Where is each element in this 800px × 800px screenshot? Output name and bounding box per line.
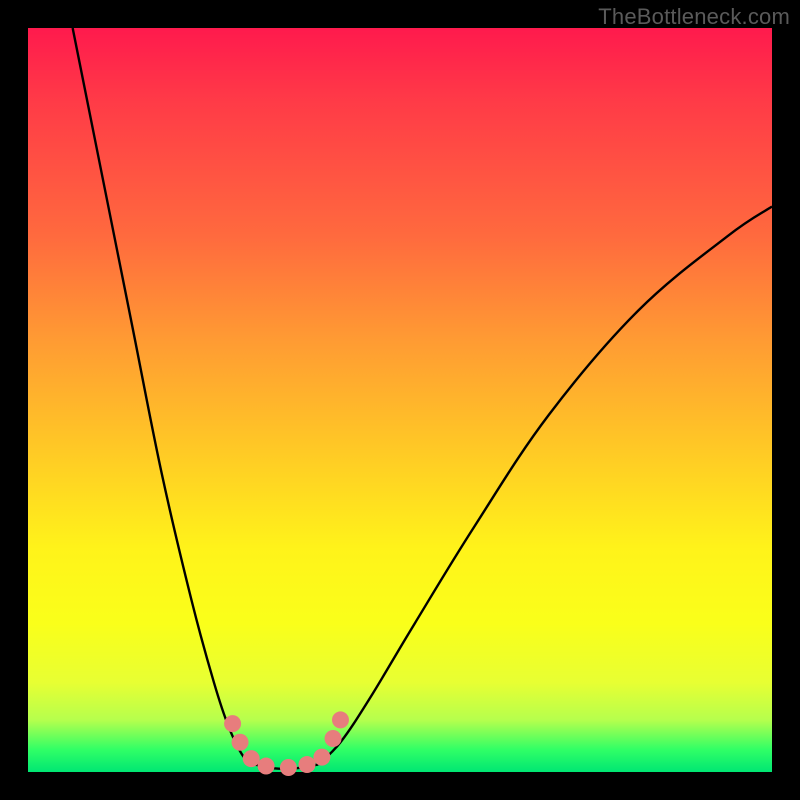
plot-area <box>28 28 772 772</box>
valley-marker-dot <box>280 759 297 776</box>
valley-markers <box>224 711 349 776</box>
watermark-text: TheBottleneck.com <box>598 4 790 30</box>
chart-frame: TheBottleneck.com <box>0 0 800 800</box>
valley-marker-dot <box>243 750 260 767</box>
valley-marker-dot <box>258 758 275 775</box>
curve-svg <box>28 28 772 772</box>
valley-marker-dot <box>325 730 342 747</box>
valley-marker-dot <box>224 715 241 732</box>
curve-left-branch <box>73 28 255 765</box>
valley-marker-dot <box>232 734 249 751</box>
valley-marker-dot <box>313 749 330 766</box>
valley-marker-dot <box>299 756 316 773</box>
valley-marker-dot <box>332 711 349 728</box>
curve-right-branch <box>318 207 772 765</box>
